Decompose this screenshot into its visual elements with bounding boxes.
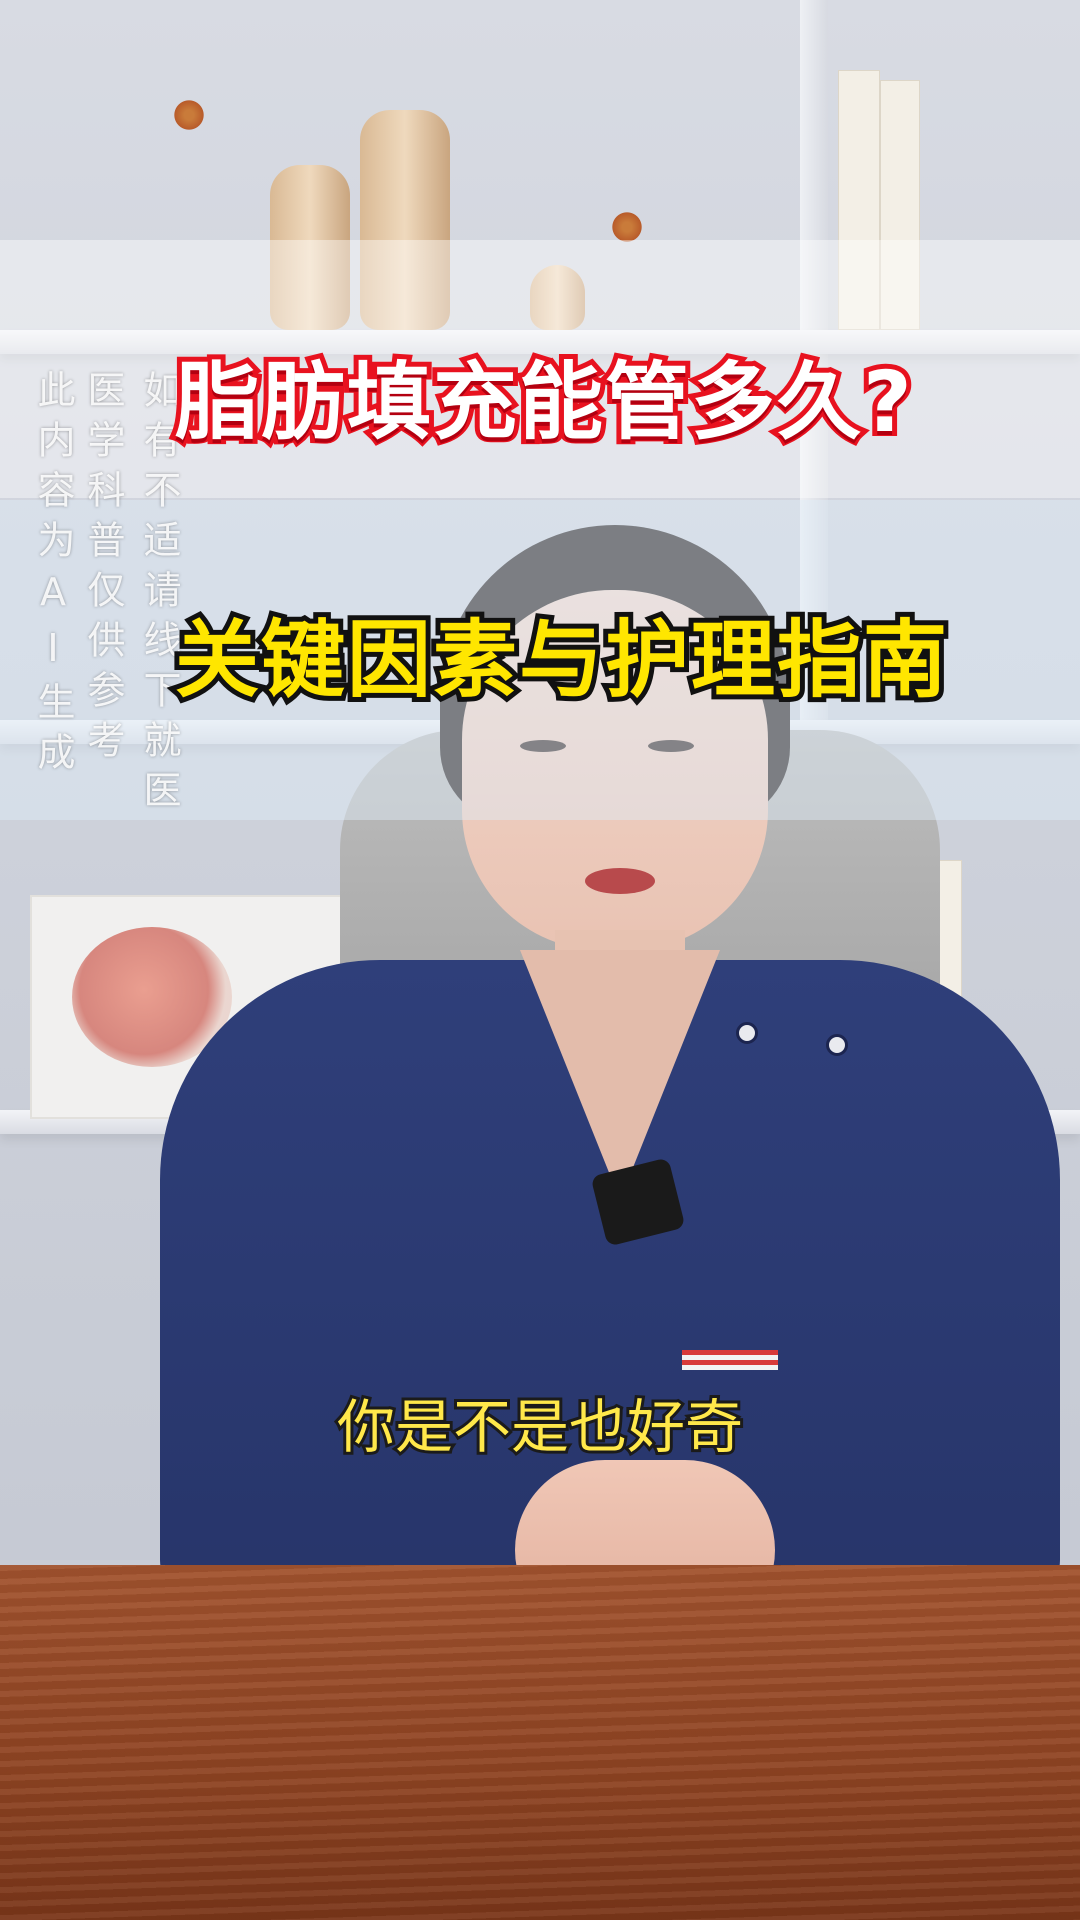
subtitle-caption: 你是不是也好奇 bbox=[334, 1390, 746, 1464]
wooden-desk bbox=[0, 1565, 1080, 1920]
video-title-line-1: 脂肪填充能管多久? bbox=[170, 348, 917, 456]
video-title-line-2: 关键因素与护理指南 bbox=[170, 606, 952, 714]
video-frame[interactable]: 此内容为AI生成 医学科普仅供参考 如有不适请线下就医 脂肪填充能管多久? 关键… bbox=[0, 0, 1080, 1920]
science-disclaimer-column: 医学科普仅供参考 bbox=[81, 370, 125, 770]
